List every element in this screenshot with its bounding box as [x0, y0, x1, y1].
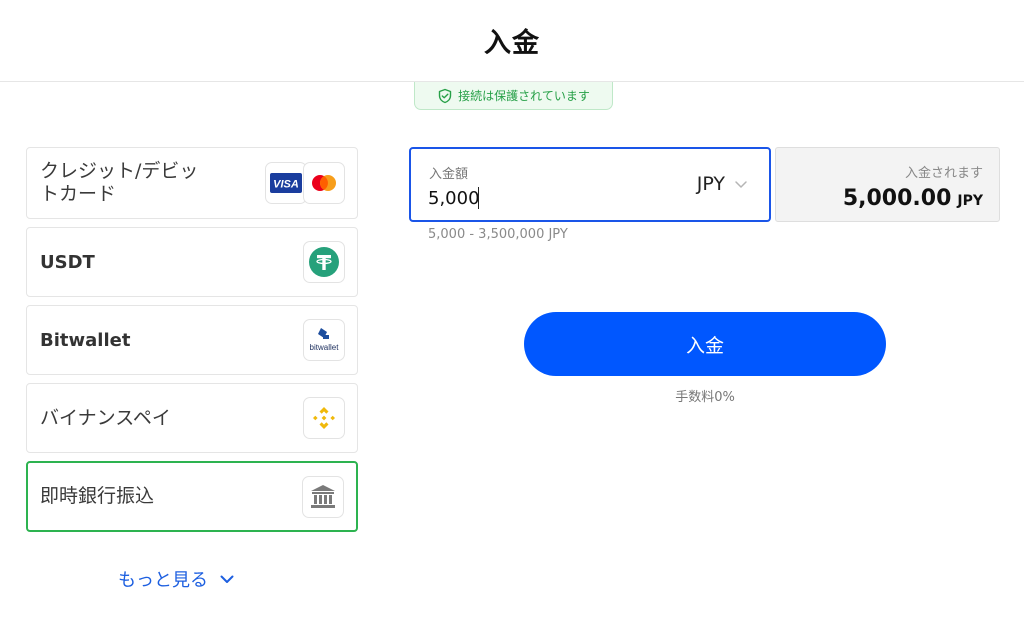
secure-connection-text: 接続は保護されています	[458, 89, 590, 103]
received-value: 5,000.00 JPY	[843, 186, 983, 211]
tether-logo	[303, 241, 345, 283]
shield-check-icon	[437, 88, 453, 104]
method-credit-debit-card[interactable]: クレジット/デビットカード VISA	[26, 147, 358, 219]
method-label: 即時銀行振込	[40, 485, 155, 507]
binance-logo	[303, 397, 345, 439]
amount-label: 入金額	[429, 167, 469, 182]
fee-note: 手数料0%	[675, 390, 735, 405]
chevron-down-icon	[218, 570, 236, 588]
deposit-amount-field[interactable]: 入金額 JPY	[409, 147, 771, 222]
bank-icon	[302, 475, 344, 518]
received-currency: JPY	[957, 193, 983, 209]
see-more-link[interactable]: もっと見る	[118, 566, 236, 592]
received-label: 入金されます	[904, 166, 983, 181]
received-amount: 5,000.00	[842, 186, 952, 211]
method-label: USDT	[40, 251, 95, 273]
page-title: 入金	[484, 28, 540, 59]
see-more-text: もっと見る	[118, 570, 208, 591]
method-bitwallet[interactable]: Bitwallet bitwallet	[26, 305, 358, 375]
method-label: クレジット/デビットカード	[40, 160, 199, 205]
method-instant-bank-transfer[interactable]: 即時銀行振込	[26, 461, 358, 532]
text-caret	[478, 187, 479, 209]
amount-range-hint: 5,000 - 3,500,000 JPY	[428, 227, 568, 242]
method-label: Bitwallet	[40, 329, 131, 351]
secure-connection-badge: 接続は保護されています	[414, 82, 613, 110]
visa-logo: VISA	[265, 162, 307, 204]
currency-select-value: JPY	[696, 173, 725, 195]
bitwallet-logo-text: bitwallet	[310, 343, 340, 352]
page-header: 入金	[0, 0, 1024, 82]
deposit-button[interactable]: 入金	[524, 312, 886, 376]
card-logos: VISA	[265, 162, 345, 204]
method-binance-pay[interactable]: バイナンスペイ	[26, 383, 358, 453]
bitwallet-logo: bitwallet	[303, 319, 345, 361]
visa-logo-text: VISA	[273, 179, 299, 191]
received-amount-box: 入金されます 5,000.00 JPY	[775, 147, 1000, 222]
method-usdt[interactable]: USDT	[26, 227, 358, 297]
currency-select[interactable]: JPY	[697, 173, 749, 195]
amount-input[interactable]	[428, 185, 658, 211]
method-label: バイナンスペイ	[40, 406, 171, 429]
mastercard-logo	[303, 162, 345, 204]
chevron-down-icon	[733, 176, 749, 192]
